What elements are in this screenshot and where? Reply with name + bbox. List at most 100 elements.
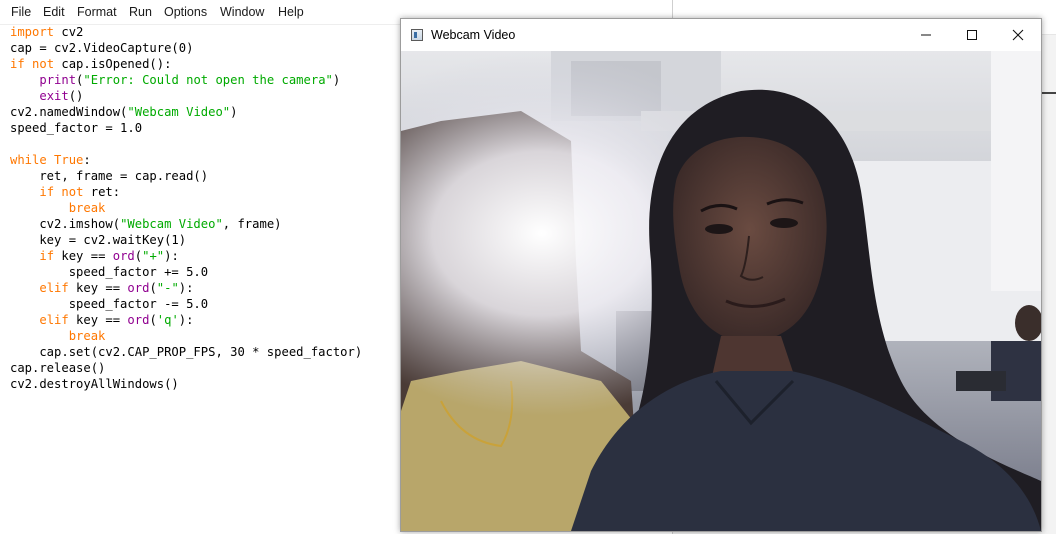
menu-window[interactable]: Window	[220, 5, 264, 19]
code-token: elif	[39, 281, 69, 295]
code-token: True	[54, 153, 84, 167]
code-token: ret:	[83, 185, 121, 199]
code-token: exit	[39, 89, 69, 103]
code-line: break	[10, 200, 362, 216]
code-token: break	[68, 329, 106, 343]
code-token: cv2.destroyAllWindows()	[10, 377, 179, 391]
code-line: while True:	[10, 152, 362, 168]
webcam-window-title: Webcam Video	[431, 28, 516, 42]
webcam-video-window: Webcam Video	[400, 18, 1042, 532]
code-token: break	[68, 201, 106, 215]
maximize-button[interactable]	[949, 19, 995, 51]
code-token: (	[149, 313, 157, 327]
code-token: ret, frame = cap.read()	[10, 169, 209, 183]
code-token: "+"	[142, 249, 165, 263]
code-editor-text[interactable]: import cv2 cap = cv2.VideoCapture(0) if no…	[10, 24, 362, 392]
code-token: "Error: Could not open the camera"	[83, 73, 333, 87]
code-line: elif key == ord("-"):	[10, 280, 362, 296]
code-token: speed_factor -= 5.0	[10, 297, 209, 311]
code-token: ()	[68, 89, 84, 103]
minimize-icon	[921, 34, 931, 36]
code-token: cv2	[54, 25, 84, 39]
code-token: cap.isOpened():	[54, 57, 172, 71]
code-token: ord	[127, 313, 150, 327]
code-line: break	[10, 328, 362, 344]
code-line: import cv2	[10, 24, 362, 40]
code-token: key ==	[54, 249, 113, 263]
code-token: ord	[127, 281, 150, 295]
close-button[interactable]	[995, 19, 1041, 51]
code-token: )	[230, 105, 238, 119]
code-token: if	[39, 249, 55, 263]
code-line: cap.release()	[10, 360, 362, 376]
code-token: if	[39, 185, 55, 199]
code-token: )	[332, 73, 341, 87]
menu-edit[interactable]: Edit	[43, 5, 65, 19]
maximize-icon	[967, 30, 977, 40]
code-line: if not cap.isOpened():	[10, 56, 362, 72]
code-token: if	[10, 57, 25, 71]
subject-left-eye	[705, 224, 733, 234]
subject-face	[673, 136, 827, 343]
menu-help[interactable]: Help	[278, 5, 304, 19]
code-line: ret, frame = cap.read()	[10, 168, 362, 184]
code-token: speed_factor = 1.0	[10, 121, 143, 135]
code-token: :	[83, 153, 91, 167]
code-line: cap = cv2.VideoCapture(0)	[10, 40, 362, 56]
code-token: , frame)	[222, 217, 282, 231]
code-token: "Webcam Video"	[120, 217, 223, 231]
code-token: cv2.imshow(	[10, 217, 121, 231]
code-token: 'q'	[156, 313, 179, 327]
menu-run[interactable]: Run	[129, 5, 152, 19]
code-token: not	[61, 185, 84, 199]
code-line: cv2.imshow("Webcam Video", frame)	[10, 216, 362, 232]
code-line: elif key == ord('q'):	[10, 312, 362, 328]
webcam-video-frame	[401, 51, 1041, 531]
code-token: key ==	[68, 281, 128, 295]
code-token: ord	[112, 249, 135, 263]
webcam-frame-image	[401, 51, 1041, 531]
code-line: if not ret:	[10, 184, 362, 200]
window-app-icon	[411, 29, 423, 41]
code-token: while	[10, 153, 47, 167]
code-token: cap.release()	[10, 361, 106, 375]
code-token: not	[32, 57, 55, 71]
code-token: "-"	[156, 281, 179, 295]
code-token: ):	[178, 313, 194, 327]
menu-format[interactable]: Format	[77, 5, 117, 19]
close-icon	[1012, 29, 1024, 41]
webcam-window-titlebar[interactable]: Webcam Video	[401, 19, 1041, 51]
code-line: cv2.destroyAllWindows()	[10, 376, 362, 392]
code-line: cv2.namedWindow("Webcam Video")	[10, 104, 362, 120]
code-token: (	[134, 249, 143, 263]
code-token: cap.set(cv2.CAP_PROP_FPS, 30 * speed_fac…	[10, 345, 363, 359]
code-token: "Webcam Video"	[127, 105, 231, 119]
minimize-button[interactable]	[903, 19, 949, 51]
background-window-detail	[1041, 92, 1056, 94]
code-token: cap = cv2.VideoCapture(0)	[10, 41, 194, 55]
code-line: speed_factor -= 5.0	[10, 296, 362, 312]
code-line: speed_factor += 5.0	[10, 264, 362, 280]
code-token: (	[149, 281, 157, 295]
code-token: print	[39, 73, 77, 87]
code-token: elif	[39, 313, 69, 327]
code-token: cv2.namedWindow(	[10, 105, 128, 119]
code-line: print("Error: Could not open the camera"…	[10, 72, 362, 88]
code-token: speed_factor += 5.0	[10, 265, 209, 279]
code-line: key = cv2.waitKey(1)	[10, 232, 362, 248]
code-line: cap.set(cv2.CAP_PROP_FPS, 30 * speed_fac…	[10, 344, 362, 360]
menu-options[interactable]: Options	[164, 5, 207, 19]
code-token: import	[10, 25, 55, 39]
menu-file[interactable]: File	[11, 5, 31, 19]
